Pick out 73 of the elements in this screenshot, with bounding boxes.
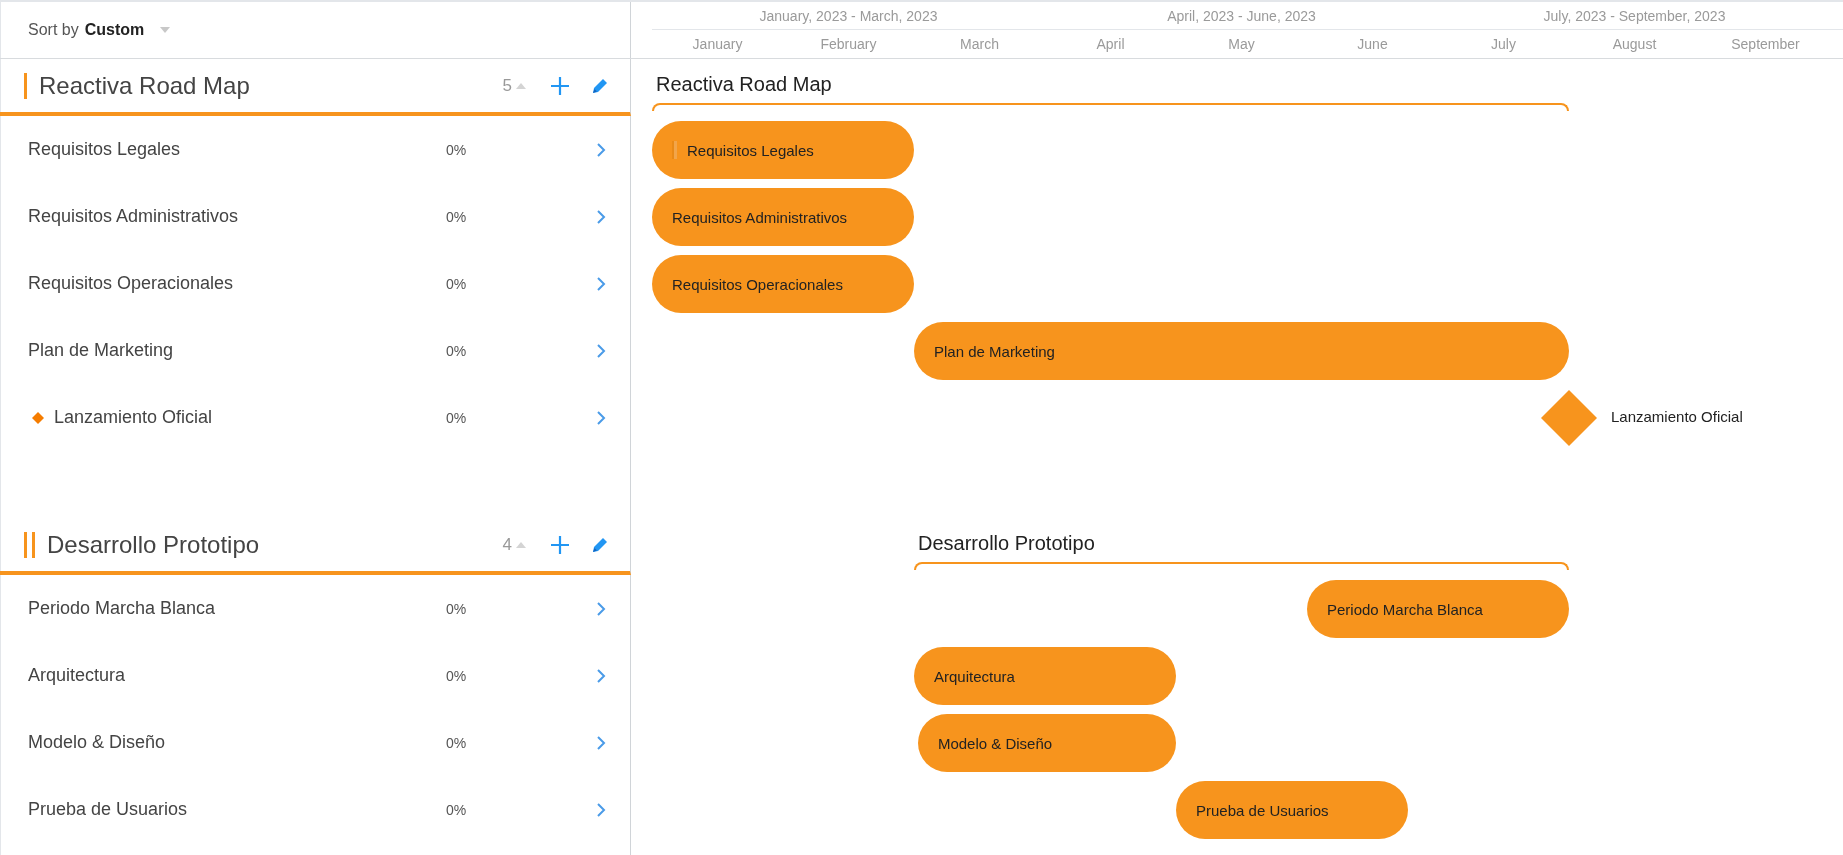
month-label: April: [1095, 35, 1126, 52]
task-bar[interactable]: Plan de Marketing: [914, 322, 1569, 380]
month-label: May: [1227, 35, 1256, 52]
chevron-right-icon[interactable]: [596, 600, 606, 617]
month-label: February: [819, 35, 878, 52]
progress-percent: 0%: [446, 409, 468, 426]
quarter-label: April, 2023 - June, 2023: [1166, 7, 1317, 24]
bar-label: Requisitos Operacionales: [672, 275, 843, 293]
task-name[interactable]: Periodo Marcha Blanca: [28, 598, 446, 619]
bar-label: Requisitos Administrativos: [672, 208, 848, 226]
milestone-label: Lanzamiento Oficial: [1611, 408, 1743, 425]
caret-icon: [160, 27, 171, 33]
progress-percent: 0%: [446, 208, 468, 225]
quarter-label: July, 2023 - September, 2023: [1542, 7, 1727, 24]
bar-label: Plan de Marketing: [934, 342, 1055, 360]
progress-percent: 0%: [446, 667, 468, 684]
month-label: July: [1490, 35, 1517, 52]
task-name[interactable]: Requisitos Legales: [28, 139, 446, 160]
month-label: March: [959, 35, 1000, 52]
task-bar[interactable]: Requisitos Operacionales: [652, 255, 914, 313]
sort-dropdown[interactable]: Sort by Custom: [28, 21, 171, 39]
chevron-right-icon[interactable]: [596, 141, 606, 158]
progress-percent: 0%: [446, 342, 468, 359]
month-label: January: [691, 35, 744, 52]
chevron-right-icon[interactable]: [596, 667, 606, 684]
task-name[interactable]: Lanzamiento Oficial: [54, 407, 446, 428]
group-title: Desarrollo Prototipo: [918, 532, 1095, 555]
grip-icon[interactable]: [672, 141, 677, 159]
month-label: September: [1730, 35, 1801, 52]
bar-label: Periodo Marcha Blanca: [1327, 600, 1483, 618]
group-title: Desarrollo Prototipo: [47, 530, 261, 559]
task-name[interactable]: Prueba de Usuarios: [28, 799, 446, 820]
collapse-icon[interactable]: [516, 541, 526, 548]
progress-percent: 0%: [446, 600, 468, 617]
task-count: 4: [502, 534, 512, 555]
group-title: Reactiva Road Map: [39, 71, 251, 100]
task-name[interactable]: Requisitos Operacionales: [28, 273, 446, 294]
group-title: Reactiva Road Map: [656, 73, 832, 96]
chevron-right-icon[interactable]: [596, 275, 606, 292]
month-label: August: [1611, 35, 1658, 52]
task-bar[interactable]: Modelo & Diseño: [917, 714, 1176, 772]
task-count: 5: [502, 75, 512, 96]
progress-percent: 0%: [446, 275, 468, 292]
add-button[interactable]: [550, 75, 570, 96]
quarter-label: January, 2023 - March, 2023: [758, 7, 939, 24]
add-button[interactable]: [550, 534, 570, 555]
progress-percent: 0%: [446, 734, 468, 751]
task-bar[interactable]: Periodo Marcha Blanca: [1307, 580, 1569, 638]
chevron-right-icon[interactable]: [596, 409, 606, 426]
collapse-icon[interactable]: [516, 82, 526, 89]
task-bar[interactable]: Requisitos Legales: [652, 121, 914, 179]
task-name[interactable]: Plan de Marketing: [28, 340, 446, 361]
chevron-right-icon[interactable]: [596, 734, 606, 751]
task-bar[interactable]: Prueba de Usuarios: [1176, 781, 1408, 839]
group-marker[interactable]: [24, 72, 27, 99]
task-bar[interactable]: Arquitectura: [914, 647, 1176, 705]
milestone-icon: [32, 411, 44, 424]
bar-label: Arquitectura: [934, 667, 1015, 685]
task-name[interactable]: Modelo & Diseño: [28, 732, 446, 753]
bar-label: Prueba de Usuarios: [1196, 801, 1329, 819]
chevron-right-icon[interactable]: [596, 801, 606, 818]
bar-label: Requisitos Legales: [687, 141, 814, 159]
month-label: June: [1356, 35, 1389, 52]
group-marker[interactable]: [24, 531, 35, 558]
task-name[interactable]: Arquitectura: [28, 665, 446, 686]
bar-label: Modelo & Diseño: [937, 734, 1053, 752]
task-name[interactable]: Requisitos Administrativos: [28, 206, 446, 227]
progress-percent: 0%: [446, 141, 468, 158]
progress-percent: 0%: [446, 801, 468, 818]
chevron-right-icon[interactable]: [596, 342, 606, 359]
task-bar[interactable]: Requisitos Administrativos: [652, 188, 914, 246]
chevron-right-icon[interactable]: [596, 208, 606, 225]
milestone-diamond[interactable]: [1539, 388, 1599, 448]
